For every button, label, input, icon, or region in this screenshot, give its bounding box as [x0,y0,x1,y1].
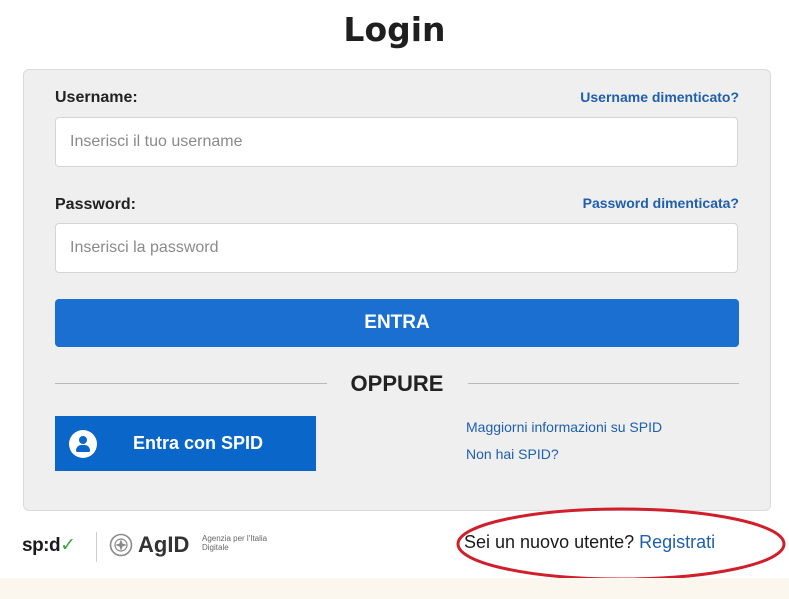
logo-separator [96,532,97,562]
user-circle-icon [69,430,97,458]
register-link[interactable]: Registrati [639,532,715,552]
password-label: Password: [55,196,136,213]
no-spid-link[interactable]: Non hai SPID? [466,446,559,462]
login-submit-button[interactable]: ENTRA [55,299,739,347]
bottom-strip [0,578,789,599]
agid-subtitle: Agenzia per l'Italia Digitale [202,534,268,552]
login-card: Username: Username dimenticato? Password… [23,69,771,511]
password-input[interactable] [55,223,738,273]
forgot-username-link[interactable]: Username dimenticato? [580,89,739,105]
forgot-password-link[interactable]: Password dimenticata? [583,195,739,211]
page-title: Login [343,10,446,49]
agid-emblem-icon [109,533,133,557]
register-prompt: Sei un nuovo utente? Registrati [464,532,715,553]
agid-logo: AgID [138,532,190,557]
username-label: Username: [55,89,138,106]
new-user-text: Sei un nuovo utente? [464,532,635,552]
spid-button-label: Entra con SPID [133,433,264,453]
divider-label: OPPURE [350,371,444,396]
spid-login-button[interactable]: Entra con SPID [55,416,316,471]
username-input[interactable] [55,117,738,167]
spid-info-link[interactable]: Maggiorni informazioni su SPID [466,419,662,435]
spid-logo: sp:d✓ [22,535,76,556]
divider-line-right [468,383,739,384]
